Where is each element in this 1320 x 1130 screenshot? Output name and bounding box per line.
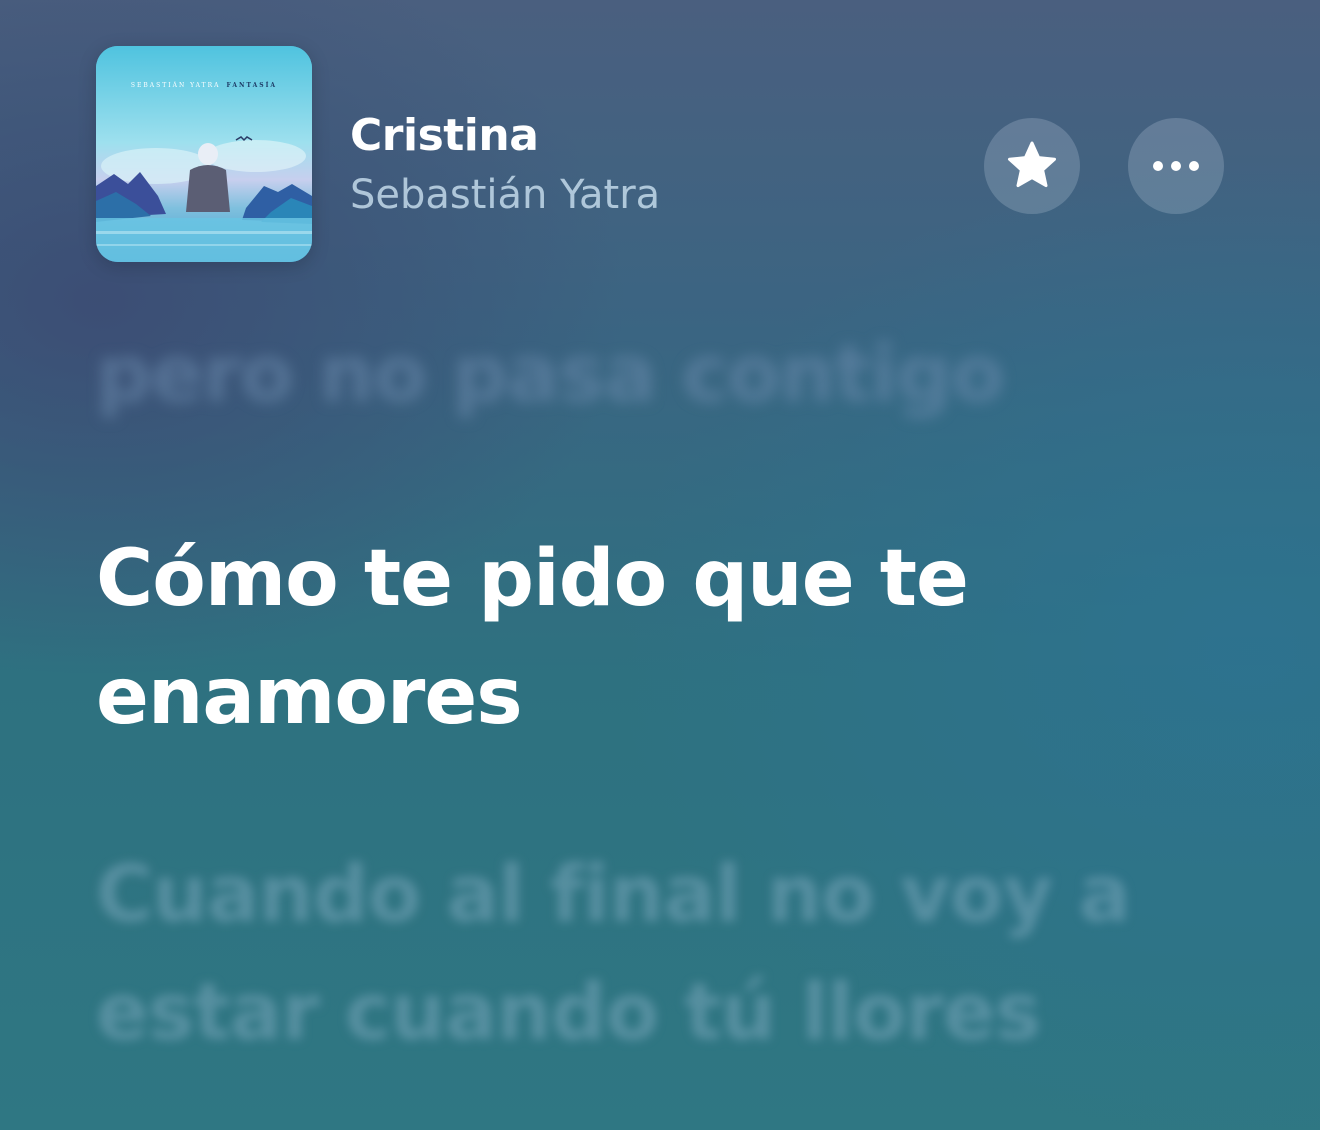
album-artwork[interactable]: SEBASTIÁN YATRA FANTASÍA (96, 46, 312, 262)
album-art-text: SEBASTIÁN YATRA FANTASÍA (96, 82, 312, 89)
more-options-button[interactable] (1128, 118, 1224, 214)
star-icon (1008, 141, 1056, 188)
lyric-line-next[interactable]: Cuando al final no voy a estar cuando tú… (96, 836, 1236, 1072)
now-playing-header: SEBASTIÁN YATRA FANTASÍA Cristina Sebasti… (96, 46, 1224, 264)
album-art-artist: SEBASTIÁN YATRA (130, 82, 221, 89)
track-title[interactable]: Cristina (350, 110, 539, 161)
lyric-line-previous[interactable]: pero no pasa contigo (96, 330, 1005, 420)
album-artwork-illustration (96, 46, 312, 262)
album-art-title: FANTASÍA (226, 82, 278, 89)
track-artist[interactable]: Sebastián Yatra (350, 172, 660, 218)
favorite-button[interactable] (984, 118, 1080, 214)
lyric-line-current[interactable]: Cómo te pido que te enamores (96, 520, 1096, 756)
ellipsis-icon (1153, 161, 1199, 171)
